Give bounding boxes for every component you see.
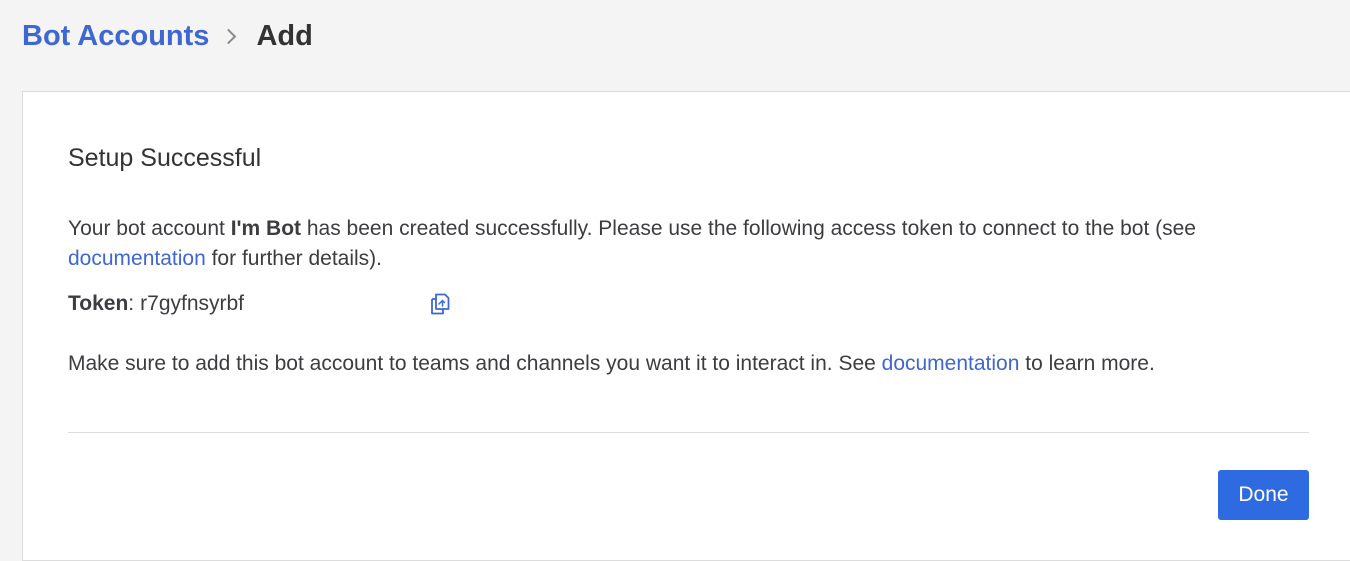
note-suffix: to learn more. <box>1019 352 1155 375</box>
token-value: r7gyfnsyrbf <box>140 292 245 315</box>
copy-icon[interactable] <box>429 292 451 316</box>
chevron-right-icon <box>221 28 237 44</box>
intro-prefix: Your bot account <box>68 217 231 240</box>
note-prefix: Make sure to add this bot account to tea… <box>68 352 882 375</box>
breadcrumb-current: Add <box>256 19 313 52</box>
note-paragraph: Make sure to add this bot account to tea… <box>68 349 1268 379</box>
card-title: Setup Successful <box>68 144 262 172</box>
divider <box>68 432 1309 433</box>
bot-name: I'm Bot <box>230 217 302 240</box>
token-row: Token: r7gyfnsyrbf <box>68 289 248 319</box>
breadcrumb-bot-accounts-link[interactable]: Bot Accounts <box>22 20 209 53</box>
intro-middle: has been created successfully. Please us… <box>301 217 1196 240</box>
breadcrumb: Bot Accounts Add <box>22 14 313 58</box>
note-documentation-link[interactable]: documentation <box>882 352 1020 375</box>
intro-suffix: for further details). <box>205 247 382 270</box>
intro-paragraph: Your bot account I'm Bot has been create… <box>68 214 1268 274</box>
token-label: Token <box>68 292 129 315</box>
setup-card: Setup Successful Your bot account I'm Bo… <box>22 91 1350 561</box>
intro-documentation-link[interactable]: documentation <box>68 247 206 270</box>
token-colon: : <box>128 292 135 315</box>
done-button[interactable]: Done <box>1218 470 1309 520</box>
